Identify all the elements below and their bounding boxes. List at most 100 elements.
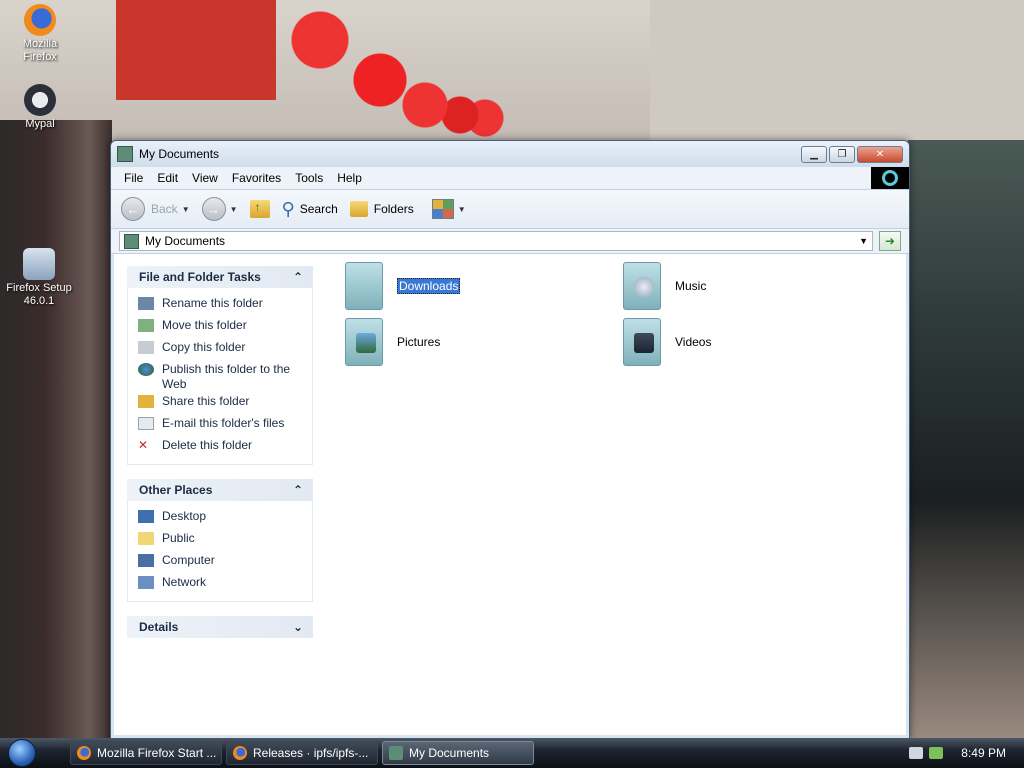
chevron-down-icon[interactable]: ▼: [230, 205, 238, 214]
firefox-icon: [77, 746, 91, 760]
desktop-icon-label: Firefox Setup 46.0.1: [6, 282, 72, 307]
place-label: Computer: [162, 553, 215, 567]
panel-body: Desktop Public Computer Network: [127, 501, 313, 602]
search-icon: ⚲: [281, 198, 295, 219]
chevron-up-icon[interactable]: ⌃: [293, 483, 303, 497]
network-status-icon[interactable]: [929, 747, 944, 759]
place-computer[interactable]: Computer: [138, 551, 304, 573]
volume-icon[interactable]: [909, 747, 924, 759]
menu-bar: File Edit View Favorites Tools Help: [111, 167, 909, 190]
music-folder-icon: [623, 262, 661, 310]
folder-label: Pictures: [397, 335, 441, 349]
place-network[interactable]: Network: [138, 573, 304, 595]
firefox-icon: [233, 746, 247, 760]
task-publish-folder[interactable]: Publish this folder to the Web: [138, 360, 304, 392]
window-title: My Documents: [139, 147, 220, 161]
menu-help[interactable]: Help: [330, 169, 369, 187]
menu-file[interactable]: File: [117, 169, 150, 187]
go-button[interactable]: ➜: [879, 231, 901, 251]
folder-videos[interactable]: Videos: [623, 318, 711, 366]
file-list: Downloads Music Pictures Videos: [327, 254, 906, 735]
panel-body: Rename this folder Move this folder Copy…: [127, 288, 313, 465]
background-building: [650, 0, 1024, 140]
desktop-icon-firefox[interactable]: Mozilla Firefox: [5, 4, 75, 64]
move-icon: [138, 319, 154, 332]
forward-arrow-icon: →: [201, 197, 226, 221]
taskbar-item-releases[interactable]: Releases · ipfs/ipfs-...: [226, 741, 378, 765]
task-label: Publish this folder to the Web: [162, 362, 291, 391]
task-copy-folder[interactable]: Copy this folder: [138, 338, 304, 360]
up-folder-icon: ↑: [249, 200, 270, 218]
close-button[interactable]: ✕: [857, 145, 903, 163]
menu-favorites[interactable]: Favorites: [225, 169, 288, 187]
background-crowd-right: [908, 140, 1024, 740]
menu-edit[interactable]: Edit: [150, 169, 185, 187]
panel-title: File and Folder Tasks: [139, 270, 261, 284]
downloads-folder-icon: [345, 262, 383, 310]
folder-downloads[interactable]: Downloads: [345, 262, 461, 310]
place-label: Desktop: [162, 509, 207, 523]
folders-label: Folders: [373, 202, 414, 216]
up-folder-button[interactable]: ↑: [249, 200, 270, 218]
folders-button[interactable]: Folders: [349, 201, 414, 217]
explorer-window: My Documents ▁ ❐ ✕ File Edit View Favori…: [110, 140, 910, 739]
background-crowd-left: [0, 120, 112, 740]
public-folder-icon: [138, 532, 154, 545]
views-button[interactable]: ▼: [431, 199, 466, 219]
taskbar-item-my-documents[interactable]: My Documents: [382, 741, 534, 765]
task-label: Rename this folder: [162, 296, 263, 310]
panel-header[interactable]: Details ⌄: [127, 616, 313, 638]
background-banner: [116, 0, 276, 100]
place-desktop[interactable]: Desktop: [138, 507, 304, 529]
chevron-down-icon[interactable]: ▼: [182, 205, 190, 214]
maximize-button[interactable]: ❐: [829, 145, 855, 163]
menu-view[interactable]: View: [185, 169, 225, 187]
folder-music[interactable]: Music: [623, 262, 706, 310]
task-label: Share this folder: [162, 394, 250, 408]
search-label: Search: [299, 202, 338, 216]
file-folder-tasks-panel: File and Folder Tasks ⌃ Rename this fold…: [127, 266, 313, 465]
forward-button[interactable]: → ▼: [201, 197, 238, 221]
minimize-button[interactable]: ▁: [801, 145, 827, 163]
place-label: Network: [162, 575, 207, 589]
task-label: E-mail this folder's files: [162, 416, 285, 430]
task-share-folder[interactable]: Share this folder: [138, 392, 304, 414]
place-public[interactable]: Public: [138, 529, 304, 551]
toolbar: ← Back ▼ → ▼ ↑ ⚲ Search Folders ▼: [111, 190, 909, 229]
search-button[interactable]: ⚲ Search: [282, 199, 338, 220]
panel-title: Details: [139, 620, 179, 634]
folder-pictures[interactable]: Pictures: [345, 318, 440, 366]
address-field[interactable]: My Documents ▼: [119, 231, 873, 251]
panel-header[interactable]: File and Folder Tasks ⌃: [127, 266, 313, 288]
title-bar[interactable]: My Documents ▁ ❐ ✕: [111, 141, 909, 167]
folders-icon: [349, 201, 368, 217]
task-delete-folder[interactable]: ✕ Delete this folder: [138, 436, 304, 458]
desktop-icon-label: Mozilla Firefox: [22, 38, 58, 63]
envelope-icon: [138, 417, 154, 430]
place-label: Public: [162, 531, 195, 545]
task-email-files[interactable]: E-mail this folder's files: [138, 414, 304, 436]
clock[interactable]: 8:49 PM: [961, 746, 1006, 760]
menu-tools[interactable]: Tools: [288, 169, 330, 187]
back-button[interactable]: ← Back ▼: [121, 197, 190, 221]
back-label: Back: [151, 202, 178, 216]
mypal-icon: [24, 84, 56, 116]
task-label: Copy this folder: [162, 340, 246, 354]
folder-label: Downloads: [397, 278, 461, 294]
windows-brand-logo: [871, 167, 909, 189]
copy-icon: [138, 341, 154, 354]
desktop-icon-mypal[interactable]: Mypal: [5, 84, 75, 131]
views-icon: [431, 199, 454, 219]
panel-header[interactable]: Other Places ⌃: [127, 479, 313, 501]
taskbar-item-firefox-start[interactable]: Mozilla Firefox Start ...: [70, 741, 222, 765]
desktop-icon-label: Mypal: [25, 118, 55, 130]
taskbar: Mozilla Firefox Start ... Releases · ipf…: [0, 738, 1024, 768]
chevron-down-icon[interactable]: ⌄: [293, 620, 303, 634]
chevron-up-icon[interactable]: ⌃: [293, 270, 303, 284]
chevron-down-icon[interactable]: ▼: [859, 236, 868, 246]
start-button[interactable]: [0, 738, 44, 768]
desktop-icon-firefox-setup[interactable]: Firefox Setup 46.0.1: [4, 248, 74, 308]
task-move-folder[interactable]: Move this folder: [138, 316, 304, 338]
folder-label: Videos: [675, 335, 712, 349]
task-rename-folder[interactable]: Rename this folder: [138, 294, 304, 316]
